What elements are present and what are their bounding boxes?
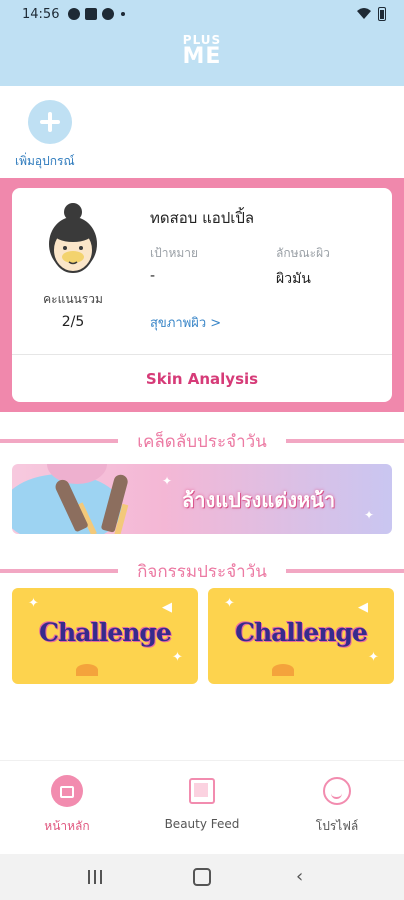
add-device-button[interactable] — [28, 100, 72, 144]
daily-tips-title: เคล็ดลับประจำวัน — [131, 432, 273, 452]
skin-type-label: ลักษณะผิว — [276, 246, 330, 260]
skin-health-link[interactable]: สุขภาพผิว > — [150, 312, 221, 333]
score-value: 2/5 — [61, 314, 85, 330]
youtube-icon — [85, 8, 97, 20]
avatar-icon — [49, 203, 97, 273]
recent-apps-icon[interactable] — [86, 866, 110, 888]
notification-icons — [68, 8, 125, 20]
add-device-label: เพิ่มอุปกรณ์ — [15, 154, 75, 168]
challenge-label: Challenge — [39, 618, 172, 647]
home-icon — [51, 775, 83, 807]
notification-app-icon — [68, 8, 80, 20]
system-status-icons — [356, 7, 386, 21]
more-notifications-icon — [121, 12, 125, 16]
card-divider — [12, 354, 392, 355]
goal-label: เป้าหมาย — [150, 246, 199, 260]
profile-name: ทดสอบ แอปเปิ้ล — [150, 209, 255, 227]
app-header: 14:56 PLUS ME — [0, 0, 404, 86]
skin-analysis-button[interactable]: Skin Analysis — [12, 356, 392, 402]
megaphone-icon: ◀ — [162, 600, 172, 615]
battery-icon — [378, 7, 386, 21]
megaphone-icon: ◀ — [358, 600, 368, 615]
flag-icon — [76, 664, 98, 676]
nav-label-profile: โปรไฟล์ — [315, 819, 359, 833]
nav-item-home[interactable]: หน้าหลัก — [0, 761, 134, 855]
daily-tip-banner[interactable]: ✦ ✦ ล้างแปรงแต่งหน้า — [12, 464, 392, 534]
nav-item-beauty-feed[interactable]: Beauty Feed — [135, 761, 269, 855]
profile-icon — [323, 777, 351, 805]
home-button-icon[interactable] — [190, 866, 214, 888]
tip-banner-text: ล้างแปรงแต่งหน้า — [182, 488, 336, 512]
challenge-card[interactable]: ✦ ✦ ◀ Challenge — [12, 588, 198, 684]
add-device[interactable]: เพิ่มอุปกรณ์ — [15, 100, 85, 171]
status-time: 14:56 — [22, 7, 60, 22]
daily-activities-header: กิจกรรมประจำวัน — [0, 558, 404, 582]
challenge-label: Challenge — [235, 618, 368, 647]
goal-value: - — [150, 268, 156, 284]
wifi-icon — [357, 8, 371, 19]
nav-label-beauty-feed: Beauty Feed — [164, 817, 240, 831]
profile-card: คะแนนรวม 2/5 ทดสอบ แอปเปิ้ล เป้าหมาย ลัก… — [12, 188, 392, 402]
nav-label-home: หน้าหลัก — [44, 819, 90, 833]
flag-icon — [272, 664, 294, 676]
logo-line-2: ME — [182, 44, 222, 69]
sparkle-icon: ✦ — [162, 474, 173, 488]
sparkle-icon: ✦ — [364, 508, 375, 522]
sparkle-icon: ✦ — [28, 596, 39, 611]
sparkle-icon: ✦ — [368, 650, 379, 665]
app-logo: PLUS ME — [0, 34, 404, 68]
challenge-card[interactable]: ✦ ✦ ◀ Challenge — [208, 588, 394, 684]
score-label: คะแนนรวม — [43, 292, 103, 306]
back-icon[interactable]: ‹ — [296, 866, 320, 888]
status-bar: 14:56 — [0, 0, 404, 30]
nav-item-profile[interactable]: โปรไฟล์ — [270, 761, 404, 855]
daily-tips-header: เคล็ดลับประจำวัน — [0, 428, 404, 452]
sparkle-icon: ✦ — [224, 596, 235, 611]
daily-activities-title: กิจกรรมประจำวัน — [131, 562, 273, 582]
sparkle-icon: ✦ — [172, 650, 183, 665]
skin-type-value: ผิวมัน — [276, 271, 311, 287]
feed-icon — [189, 778, 215, 804]
bottom-nav: หน้าหลัก Beauty Feed โปรไฟล์ — [0, 760, 404, 855]
messenger-icon — [102, 8, 114, 20]
system-nav-bar: ‹ — [0, 854, 404, 900]
